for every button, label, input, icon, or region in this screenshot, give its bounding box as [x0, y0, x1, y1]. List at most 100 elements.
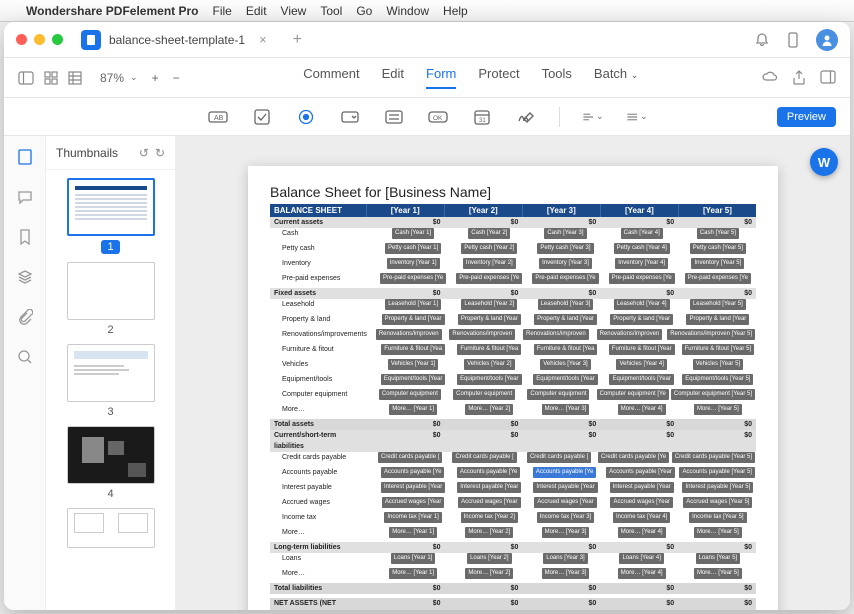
form-field[interactable]: Loans [Year 5]: [696, 553, 740, 564]
form-field[interactable]: Petty cash [Year 3]: [537, 243, 593, 254]
maximize-window[interactable]: [52, 34, 63, 45]
word-export-icon[interactable]: W: [810, 148, 838, 176]
form-field[interactable]: Leasehold [Year 1]: [385, 299, 441, 310]
tab-batch[interactable]: Batch ⌄: [594, 66, 638, 89]
menu-file[interactable]: File: [213, 4, 232, 18]
user-avatar[interactable]: [816, 29, 838, 51]
form-field[interactable]: Pre-paid expenses [Ye: [532, 273, 598, 284]
tab-edit[interactable]: Edit: [382, 66, 404, 89]
app-name[interactable]: Wondershare PDFelement Pro: [26, 4, 199, 18]
more-actions-tool[interactable]: ⌄: [626, 107, 648, 127]
rotate-right-icon[interactable]: ↻: [155, 146, 165, 160]
form-field[interactable]: Computer equipment [Year 5]: [671, 389, 755, 400]
form-field[interactable]: Cash [Year 2]: [468, 228, 510, 239]
thumbnail-page-4[interactable]: 4: [46, 426, 175, 500]
form-field[interactable]: Inventory [Year 3]: [539, 258, 592, 269]
form-field[interactable]: Vehicles [Year 5]: [693, 359, 743, 370]
form-field[interactable]: Pre-paid expenses [Ye: [380, 273, 446, 284]
form-field[interactable]: Cash [Year 4]: [621, 228, 663, 239]
form-field[interactable]: Accounts payable [Year 5]: [679, 467, 755, 478]
form-field[interactable]: Equipment/tools [Year 5]: [682, 374, 753, 385]
form-field[interactable]: More… [Year 2]: [465, 527, 513, 538]
form-field[interactable]: More… [Year 4]: [618, 404, 666, 415]
cloud-sync-icon[interactable]: [762, 70, 778, 86]
form-field[interactable]: Property & land [Year: [382, 314, 445, 325]
form-field[interactable]: More… [Year 5]: [694, 568, 742, 579]
minimize-window[interactable]: [34, 34, 45, 45]
form-field[interactable]: More… [Year 2]: [465, 568, 513, 579]
form-field[interactable]: More… [Year 5]: [694, 527, 742, 538]
form-field[interactable]: More… [Year 3]: [542, 404, 590, 415]
form-field[interactable]: More… [Year 4]: [618, 568, 666, 579]
form-field[interactable]: Computer equipment: [453, 389, 515, 400]
close-window[interactable]: [16, 34, 27, 45]
form-field[interactable]: Income tax [Year 1]: [384, 512, 441, 523]
form-field[interactable]: More… [Year 3]: [542, 568, 590, 579]
form-field[interactable]: Petty cash [Year 2]: [461, 243, 517, 254]
form-field[interactable]: Accounts payable [Ye: [381, 467, 445, 478]
thumbnail-page-3[interactable]: 3: [46, 344, 175, 418]
form-field[interactable]: Interest payable [Year: [381, 482, 445, 493]
list-box-tool[interactable]: [383, 107, 405, 127]
form-field[interactable]: Furniture & fitout [Year: [609, 344, 675, 355]
tab-tools[interactable]: Tools: [542, 66, 572, 89]
form-field[interactable]: Credit cards payable [Year 5]: [672, 452, 755, 463]
tab-close-icon[interactable]: ×: [259, 32, 267, 47]
form-field[interactable]: Renovations/improven: [449, 329, 515, 340]
list-view-icon[interactable]: [68, 71, 82, 85]
tab-form[interactable]: Form: [426, 66, 456, 89]
zoom-dropdown-icon[interactable]: ⌄: [130, 72, 138, 83]
form-field[interactable]: More… [Year 1]: [389, 568, 437, 579]
form-field[interactable]: Accrued wages [Year: [534, 497, 596, 508]
signature-tool[interactable]: [515, 107, 537, 127]
form-field[interactable]: Furniture & fitout [Year 5]: [682, 344, 754, 355]
form-field[interactable]: More… [Year 1]: [389, 527, 437, 538]
thumbnails-list[interactable]: 1 2 3 4: [46, 170, 175, 610]
form-field[interactable]: Interest payable [Year: [610, 482, 674, 493]
form-field[interactable]: Pre-paid expenses [Ye: [609, 273, 675, 284]
form-field[interactable]: Computer equipment [Ye: [597, 389, 669, 400]
layers-rail-icon[interactable]: [16, 268, 34, 286]
form-field[interactable]: Credit cards payable [: [527, 452, 591, 463]
tab-comment[interactable]: Comment: [303, 66, 359, 89]
form-field[interactable]: Renovations/improven: [376, 329, 442, 340]
form-field[interactable]: Interest payable [Year: [457, 482, 521, 493]
form-field[interactable]: Inventory [Year 4]: [615, 258, 668, 269]
form-field[interactable]: Accounts payable [Ye: [533, 467, 597, 478]
form-field[interactable]: Furniture & fitout [Yea: [534, 344, 598, 355]
form-field[interactable]: More… [Year 1]: [389, 404, 437, 415]
zoom-level[interactable]: 87%: [100, 71, 124, 85]
attachments-rail-icon[interactable]: [16, 308, 34, 326]
date-field-tool[interactable]: 31: [471, 107, 493, 127]
checkbox-tool[interactable]: [251, 107, 273, 127]
align-tool[interactable]: ⌄: [582, 107, 604, 127]
form-field[interactable]: Leasehold [Year 2]: [461, 299, 517, 310]
menu-edit[interactable]: Edit: [246, 4, 267, 18]
zoom-out-icon[interactable]: −: [173, 71, 180, 85]
form-field[interactable]: Renovations/improven: [523, 329, 589, 340]
form-field[interactable]: Loans [Year 1]: [391, 553, 435, 564]
menu-window[interactable]: Window: [386, 4, 429, 18]
new-tab-icon[interactable]: +: [293, 31, 302, 49]
thumbnail-page-5[interactable]: [46, 508, 175, 548]
form-field[interactable]: Equipment/tools [Year: [381, 374, 445, 385]
text-field-tool[interactable]: AB: [207, 107, 229, 127]
form-field[interactable]: Credit cards payable [: [378, 452, 442, 463]
form-field[interactable]: Renovations/improven: [597, 329, 663, 340]
form-field[interactable]: Loans [Year 2]: [467, 553, 511, 564]
form-field[interactable]: More… [Year 3]: [542, 527, 590, 538]
form-field[interactable]: Accrued wages [Year: [610, 497, 672, 508]
thumbnail-page-1[interactable]: 1: [46, 178, 175, 254]
form-field[interactable]: Vehicles [Year 1]: [388, 359, 438, 370]
form-field[interactable]: Accrued wages [Year 5]: [683, 497, 752, 508]
form-field[interactable]: Petty cash [Year 5]: [690, 243, 746, 254]
menu-help[interactable]: Help: [443, 4, 468, 18]
form-field[interactable]: Equipment/tools [Year: [533, 374, 597, 385]
form-field[interactable]: Interest payable [Year 5]: [682, 482, 753, 493]
form-field[interactable]: Vehicles [Year 3]: [540, 359, 590, 370]
form-field[interactable]: Loans [Year 4]: [619, 553, 663, 564]
form-field[interactable]: Equipment/tools [Year: [609, 374, 673, 385]
preview-button[interactable]: Preview: [777, 107, 836, 127]
form-field[interactable]: Inventory [Year 1]: [387, 258, 440, 269]
form-field[interactable]: Pre-paid expenses [Ye: [685, 273, 751, 284]
